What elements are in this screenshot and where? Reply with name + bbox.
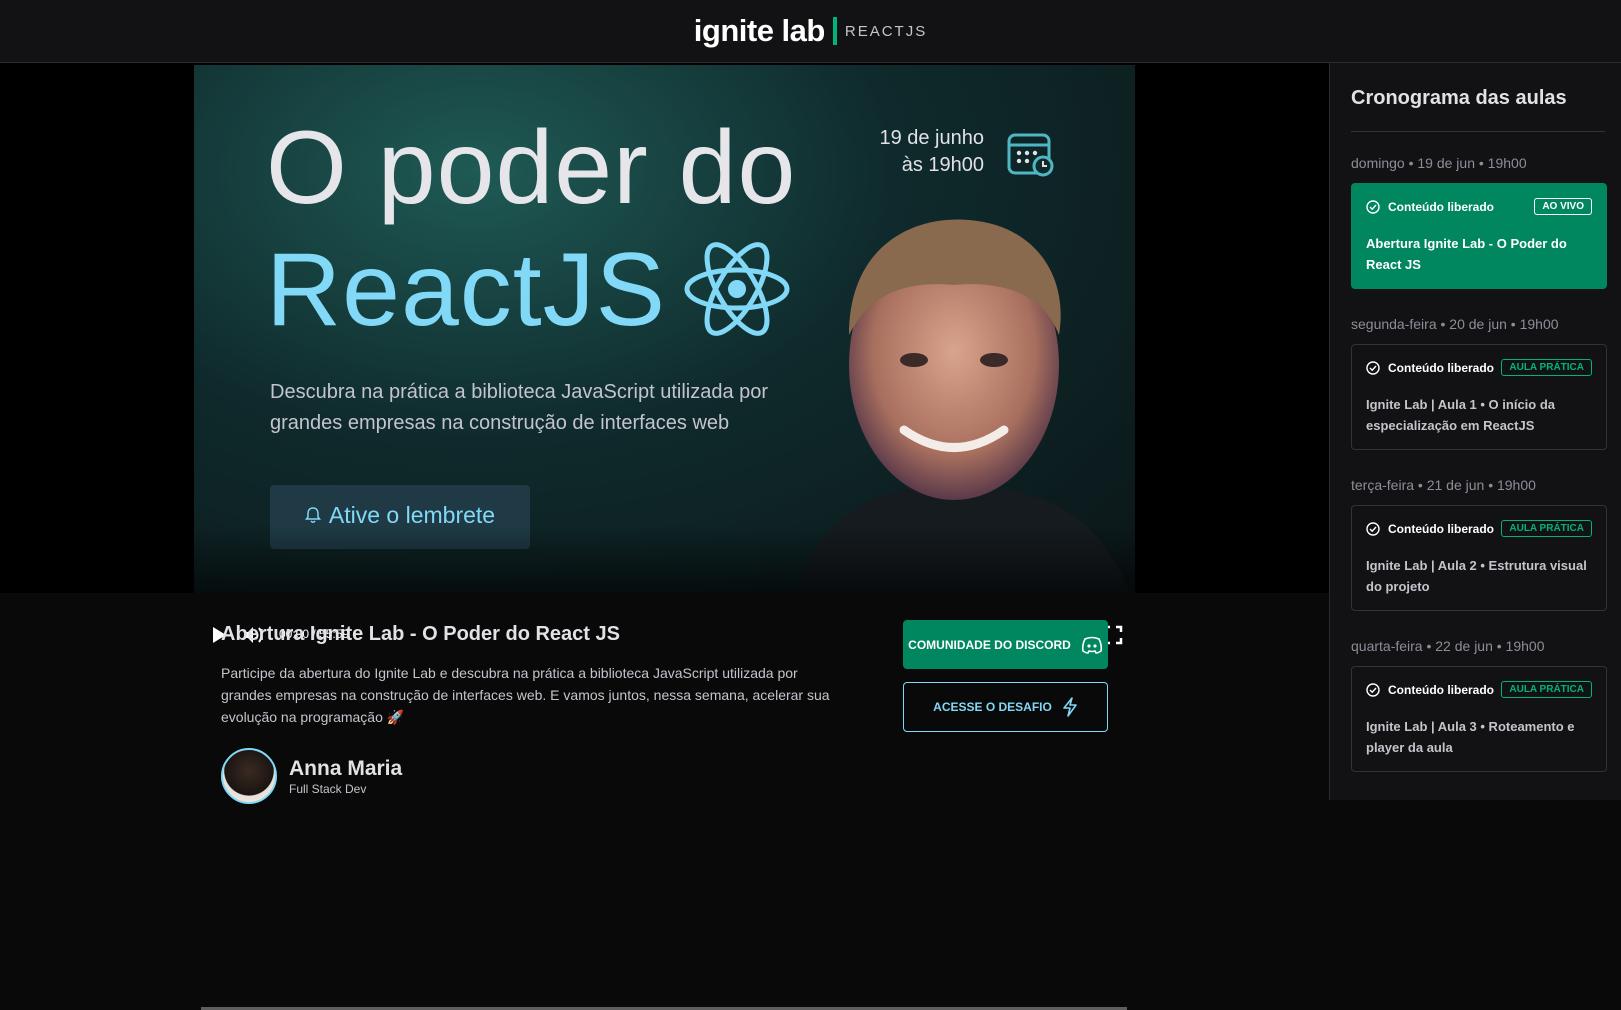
lesson-title: Abertura Ignite Lab - O Poder do React J… (221, 623, 620, 645)
lesson-card-title: Abertura Ignite Lab - O Poder do React J… (1366, 236, 1567, 272)
lesson-card[interactable]: Conteúdo liberado AULA PRÁTICA Ignite La… (1351, 505, 1607, 611)
author-name: Anna Maria (289, 757, 403, 780)
lesson-card-title: Ignite Lab | Aula 3 • Roteamento e playe… (1366, 719, 1575, 755)
logo-subtitle: REACTJS (844, 22, 928, 40)
video-controls (194, 525, 1135, 1010)
author-avatar (221, 748, 277, 804)
discord-icon (1081, 636, 1102, 654)
schedule-lesson[interactable]: domingo • 19 de jun • 19h00 Conteúdo lib… (1351, 155, 1607, 289)
lesson-card[interactable]: Conteúdo liberado AULA PRÁTICA Ignite La… (1351, 344, 1607, 450)
lightning-icon (1063, 697, 1077, 717)
sidebar-divider (1351, 131, 1605, 132)
lesson-status: Conteúdo liberado (1366, 683, 1494, 697)
video-frame[interactable]: O poder do ReactJS Descubra na prática a… (194, 65, 1135, 593)
lesson-status: Conteúdo liberado (1366, 522, 1494, 536)
lesson-badge: AULA PRÁTICA (1501, 681, 1592, 698)
lesson-status: Conteúdo liberado (1366, 361, 1494, 375)
lesson-status-label: Conteúdo liberado (1388, 682, 1494, 697)
lesson-date: terça-feira • 21 de jun • 19h00 (1351, 477, 1536, 493)
video-date-line1: 19 de junho (879, 127, 984, 149)
lesson-card-title: Ignite Lab | Aula 2 • Estrutura visual d… (1366, 558, 1587, 594)
logo-divider (832, 17, 837, 45)
top-header: ignite lab REACTJS (0, 0, 1621, 63)
lesson-badge: AULA PRÁTICA (1501, 359, 1592, 376)
video-player[interactable]: O poder do ReactJS Descubra na prática a… (0, 63, 1329, 1010)
check-circle-icon (1366, 521, 1380, 536)
challenge-button-label: ACESSE O DESAFIO (933, 700, 1052, 714)
sidebar-title: Cronograma das aulas (1351, 87, 1567, 109)
lesson-date: segunda-feira • 20 de jun • 19h00 (1351, 316, 1559, 332)
check-circle-icon (1366, 682, 1380, 697)
schedule-lesson[interactable]: segunda-feira • 20 de jun • 19h00 Conteú… (1351, 316, 1607, 450)
video-date-line2: às 19h00 (901, 154, 984, 176)
logo-text: ignite lab (693, 13, 826, 48)
lesson-description: Participe da abertura do Ignite Lab e de… (221, 665, 830, 725)
video-title-line1: O poder do (266, 110, 797, 226)
discord-community-button[interactable]: COMUNIDADE DO DISCORD (903, 620, 1108, 669)
lesson-date: quarta-feira • 22 de jun • 19h00 (1351, 638, 1545, 654)
lesson-badge: AULA PRÁTICA (1501, 520, 1592, 537)
main-content: O poder do ReactJS Descubra na prática a… (0, 63, 1329, 1010)
check-circle-icon (1366, 360, 1380, 375)
video-title-line2: ReactJS (266, 232, 667, 348)
video-description: Descubra na prática a biblioteca JavaScr… (270, 381, 769, 434)
lesson-card-title: Ignite Lab | Aula 1 • O início da especi… (1366, 397, 1556, 433)
schedule-lesson[interactable]: terça-feira • 21 de jun • 19h00 Conteúdo… (1351, 477, 1607, 611)
video-date: 19 de junho às 19h00 (844, 125, 984, 179)
lesson-status-label: Conteúdo liberado (1388, 360, 1494, 375)
discord-button-label: COMUNIDADE DO DISCORD (908, 637, 1071, 652)
schedule-lesson[interactable]: quarta-feira • 22 de jun • 19h00 Conteúd… (1351, 638, 1607, 772)
bell-icon (304, 507, 321, 523)
lesson-status: Conteúdo liberado (1366, 200, 1494, 214)
challenge-button[interactable]: ACESSE O DESAFIO (903, 682, 1108, 732)
lesson-date: domingo • 19 de jun • 19h00 (1351, 155, 1527, 171)
lesson-card[interactable]: Conteúdo liberado AULA PRÁTICA Ignite La… (1351, 666, 1607, 772)
lesson-status-label: Conteúdo liberado (1388, 521, 1494, 536)
lesson-card-active[interactable]: Conteúdo liberado AO VIVO Abertura Ignit… (1351, 183, 1607, 289)
schedule-sidebar: Cronograma das aulas domingo • 19 de jun… (1329, 63, 1621, 800)
calendar-icon (1007, 133, 1054, 177)
lesson-badge: AO VIVO (1534, 198, 1592, 215)
lesson-status-label: Conteúdo liberado (1388, 199, 1494, 214)
logo[interactable]: ignite lab REACTJS (694, 13, 927, 49)
author-role: Full Stack Dev (289, 782, 367, 796)
check-circle-icon (1366, 199, 1380, 214)
